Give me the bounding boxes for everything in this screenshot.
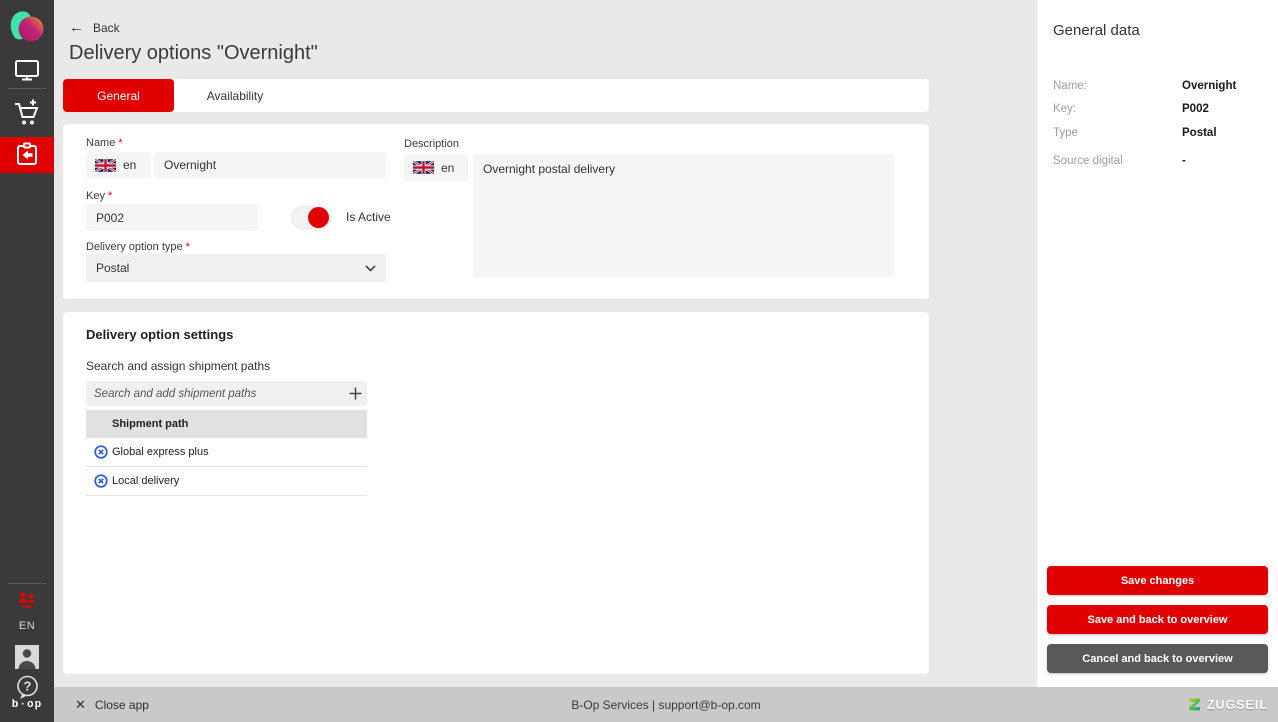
app-sidebar: EN ? b·op <box>0 0 54 722</box>
app-logo-icon[interactable] <box>8 8 46 46</box>
description-textarea[interactable]: Overnight postal delivery <box>473 154 894 277</box>
summary-key-label: Key: <box>1053 103 1077 115</box>
key-input[interactable] <box>86 204 258 231</box>
delivery-option-type-select[interactable]: Postal <box>86 254 386 282</box>
tab-general[interactable]: General <box>63 79 174 112</box>
name-lang-code: en <box>123 158 137 172</box>
settings-card-title: Delivery option settings <box>86 327 234 342</box>
shipment-path-search-box <box>86 381 367 406</box>
footer-bar: ✕ Close app B-Op Services | support@b-op… <box>54 687 1278 722</box>
required-marker: * <box>118 137 123 149</box>
delivery-option-settings-card: Delivery option settings Search and assi… <box>63 312 929 674</box>
sidebar-divider-top <box>8 88 46 89</box>
key-label: Key * <box>86 190 113 202</box>
user-avatar-icon[interactable] <box>0 644 54 670</box>
shipment-path-search-input[interactable] <box>86 381 343 406</box>
save-changes-button[interactable]: Save changes <box>1047 566 1268 595</box>
general-form-card: Name * en Description en Overnight posta… <box>63 124 929 299</box>
sidebar-divider-bottom <box>8 583 46 584</box>
shipment-path-name: Local delivery <box>112 475 180 487</box>
toggle-knob <box>308 207 329 228</box>
zugseil-z-icon <box>1188 698 1200 711</box>
back-label: Back <box>93 20 120 35</box>
chevron-down-icon <box>365 264 376 272</box>
shipment-paths-search-label: Search and assign shipment paths <box>86 359 271 373</box>
support-text: B-Op Services | support@b-op.com <box>571 697 761 712</box>
summary-name-label: Name: <box>1053 80 1087 92</box>
brand-area: ZUGSEIL <box>1187 687 1268 722</box>
back-button[interactable]: ← Back <box>69 20 120 35</box>
general-data-title: General data <box>1053 22 1140 39</box>
summary-name-value: Overnight <box>1182 80 1237 92</box>
is-active-toggle[interactable] <box>291 206 331 229</box>
shipment-path-row: Local delivery <box>86 467 367 496</box>
is-active-label: Is Active <box>346 210 391 224</box>
shipment-path-table-header: Shipment path <box>86 410 367 438</box>
sidebar-item-delivery-options[interactable] <box>0 137 54 173</box>
page-title: Delivery options "Overnight" <box>69 42 318 64</box>
uk-flag-icon <box>413 161 434 174</box>
language-badge[interactable]: EN <box>0 620 54 632</box>
cancel-and-back-button[interactable]: Cancel and back to overview <box>1047 644 1268 673</box>
shipment-path-name: Global express plus <box>112 446 209 458</box>
name-label: Name * <box>86 137 123 149</box>
save-and-back-button[interactable]: Save and back to overview <box>1047 605 1268 634</box>
back-arrow-icon: ← <box>69 19 84 36</box>
remove-shipment-path-icon[interactable] <box>94 445 108 459</box>
users-red-icon[interactable] <box>0 589 54 613</box>
tab-bar: General Availability <box>63 79 929 112</box>
tab-availability[interactable]: Availability <box>174 79 296 112</box>
general-data-panel: General data Name: Overnight Key: P002 T… <box>1037 0 1278 687</box>
shipment-path-row: Global express plus <box>86 438 367 467</box>
description-lang-code: en <box>441 160 455 175</box>
summary-type-value: Postal <box>1182 127 1217 139</box>
brand-name: ZUGSEIL <box>1206 697 1268 712</box>
svg-text:?: ? <box>23 678 31 693</box>
cart-plus-icon[interactable] <box>0 97 54 129</box>
name-language-tag[interactable]: en <box>86 152 151 178</box>
summary-source-digital-label: Source digital <box>1053 155 1123 167</box>
add-shipment-path-button[interactable] <box>343 381 367 406</box>
required-marker: * <box>185 241 190 253</box>
remove-shipment-path-icon[interactable] <box>94 474 108 488</box>
description-language-tag[interactable]: en <box>404 154 468 181</box>
delivery-option-type-label: Delivery option type * <box>86 241 190 253</box>
summary-key-value: P002 <box>1182 103 1209 115</box>
description-label: Description <box>404 138 460 150</box>
summary-type-label: Type <box>1053 127 1078 139</box>
help-icon[interactable]: ? <box>0 674 54 700</box>
summary-source-digital-value: - <box>1182 155 1186 167</box>
uk-flag-icon <box>95 158 116 172</box>
bop-logo: b·op <box>11 699 43 711</box>
name-input[interactable] <box>154 152 386 178</box>
selected-type-value: Postal <box>96 261 130 275</box>
monitor-icon[interactable] <box>0 56 54 84</box>
required-marker: * <box>108 190 113 202</box>
plus-icon <box>349 387 361 400</box>
